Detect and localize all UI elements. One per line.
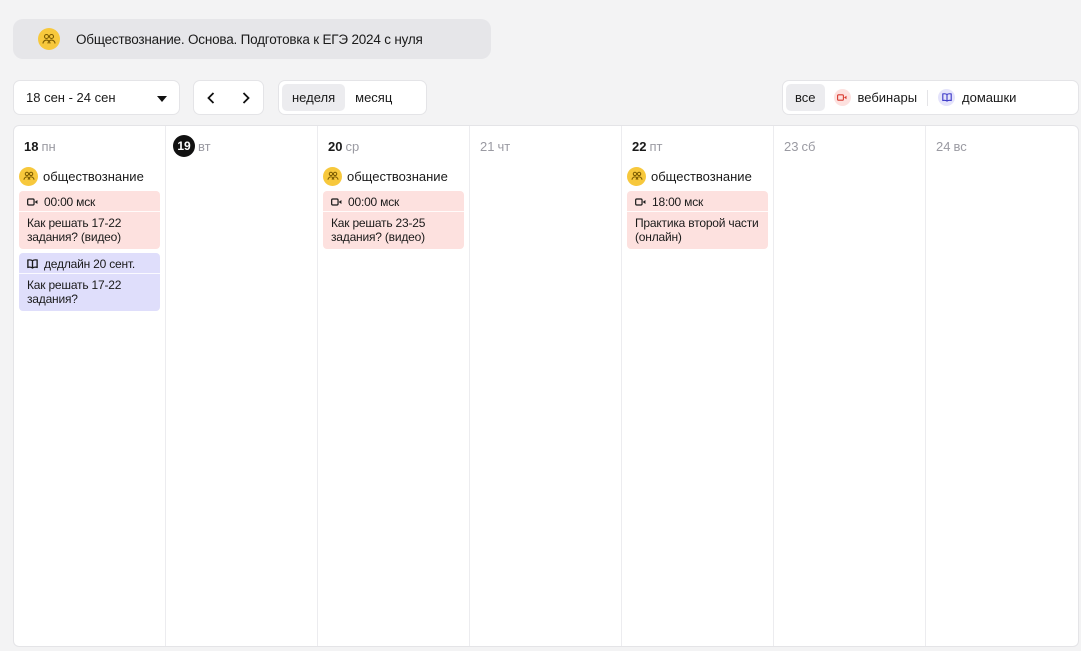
day-header: 18 пн	[19, 134, 160, 158]
webinar-card[interactable]: 00:00 мск Как решать 17-22 задания? (вид…	[19, 191, 160, 249]
webinar-time: 00:00 мск	[44, 195, 96, 209]
filter-homework-label: домашки	[962, 90, 1017, 105]
week-calendar: 18 пн обществознание 00:00 мск Как решат…	[13, 125, 1079, 647]
day-weekday: пн	[41, 138, 56, 154]
course-chip[interactable]: Обществознание. Основа. Подготовка к ЕГЭ…	[13, 19, 491, 59]
view-month-tab[interactable]: месяц	[345, 84, 402, 111]
day-weekday: пт	[649, 138, 663, 154]
video-camera-icon	[833, 89, 851, 106]
people-icon	[323, 166, 342, 186]
chevron-right-icon	[242, 91, 250, 104]
day-header: 24 вс	[931, 134, 1073, 158]
book-icon	[27, 259, 38, 269]
chevron-left-icon	[207, 91, 215, 104]
subject-label: обществознание	[19, 165, 160, 187]
day-header: 22 пт	[627, 134, 768, 158]
day-weekday: вс	[953, 138, 967, 154]
course-title: Обществознание. Основа. Подготовка к ЕГЭ…	[76, 31, 423, 47]
webinar-time: 00:00 мск	[348, 195, 400, 209]
people-icon	[38, 28, 60, 50]
prev-week-button[interactable]	[196, 83, 226, 113]
day-header: 19 вт	[171, 134, 312, 158]
filter-webinars-label: вебинары	[857, 90, 918, 105]
view-switch: неделя месяц	[278, 80, 427, 115]
date-range-label: 18 сен - 24 сен	[26, 90, 116, 105]
webinar-card[interactable]: 00:00 мск Как решать 23-25 задания? (вид…	[323, 191, 464, 249]
day-column-24[interactable]: 24 вс	[926, 126, 1078, 646]
subject-name: обществознание	[347, 168, 448, 184]
webinar-meta: 00:00 мск	[323, 195, 464, 212]
day-column-22[interactable]: 22 пт обществознание 18:00 мск Практика …	[622, 126, 774, 646]
video-camera-icon	[635, 198, 646, 206]
filter-switch: все вебинары домашки	[782, 80, 1079, 115]
filter-divider	[927, 89, 929, 106]
date-range-select[interactable]: 18 сен - 24 сен	[13, 80, 180, 115]
day-number-today: 19	[173, 135, 195, 157]
day-number: 21	[480, 138, 495, 154]
day-header: 21 чт	[475, 134, 616, 158]
homework-card[interactable]: дедлайн 20 сент. Как решать 17-22 задани…	[19, 253, 160, 311]
webinar-meta: 00:00 мск	[19, 195, 160, 212]
filter-webinars-tab[interactable]: вебинары	[825, 84, 927, 111]
view-week-tab[interactable]: неделя	[282, 84, 346, 111]
webinar-card[interactable]: 18:00 мск Практика второй части (онлайн)	[627, 191, 768, 249]
video-camera-icon	[331, 198, 342, 206]
day-column-21[interactable]: 21 чт	[470, 126, 622, 646]
day-number: 18	[24, 138, 39, 154]
webinar-title: Практика второй части (онлайн)	[635, 216, 759, 244]
day-number: 20	[328, 138, 343, 154]
filter-all-label: все	[795, 90, 816, 105]
day-number: 24	[936, 138, 951, 154]
subject-name: обществознание	[651, 168, 752, 184]
webinar-title: Как решать 23-25 задания? (видео)	[331, 216, 426, 244]
day-number: 22	[632, 138, 647, 154]
homework-deadline: дедлайн 20 сент.	[44, 257, 136, 271]
book-icon	[938, 89, 956, 106]
filter-all-tab[interactable]: все	[786, 84, 825, 111]
webinar-meta: 18:00 мск	[627, 195, 768, 212]
subject-name: обществознание	[43, 168, 144, 184]
day-column-18[interactable]: 18 пн обществознание 00:00 мск Как решат…	[14, 126, 166, 646]
day-weekday: чт	[497, 138, 511, 154]
subject-label: обществознание	[323, 165, 464, 187]
subject-label: обществознание	[627, 165, 768, 187]
week-navigation	[193, 80, 264, 115]
day-weekday: ср	[345, 138, 360, 154]
day-column-20[interactable]: 20 ср обществознание 00:00 мск Как решат…	[318, 126, 470, 646]
next-week-button[interactable]	[231, 83, 261, 113]
webinar-title: Как решать 17-22 задания? (видео)	[27, 216, 122, 244]
filter-homework-tab[interactable]: домашки	[929, 84, 1025, 111]
day-weekday: сб	[801, 138, 816, 154]
day-header: 20 ср	[323, 134, 464, 158]
caret-down-icon	[157, 90, 167, 105]
people-icon	[19, 166, 38, 186]
homework-title: Как решать 17-22 задания?	[27, 278, 122, 306]
day-column-23[interactable]: 23 сб	[774, 126, 926, 646]
day-weekday: вт	[198, 138, 211, 154]
day-column-19[interactable]: 19 вт	[166, 126, 318, 646]
day-header: 23 сб	[779, 134, 920, 158]
webinar-time: 18:00 мск	[652, 195, 704, 209]
people-icon	[627, 166, 646, 186]
day-number: 23	[784, 138, 799, 154]
video-camera-icon	[27, 198, 38, 206]
homework-meta: дедлайн 20 сент.	[19, 257, 160, 274]
